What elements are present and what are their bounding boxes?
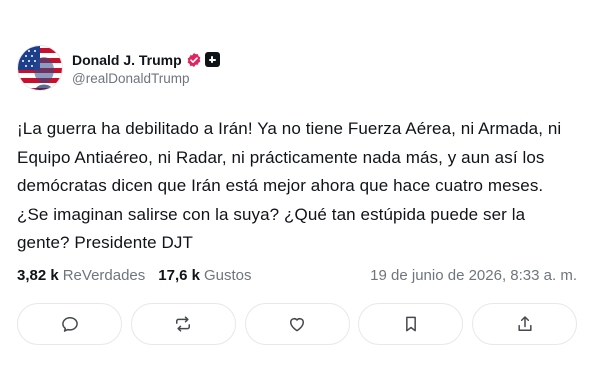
- previous-item-fragment: [40, 0, 170, 6]
- reposts-count[interactable]: 3,82 k: [17, 267, 59, 284]
- like-heart-icon: [290, 318, 304, 332]
- bookmark-icon: [405, 316, 416, 332]
- reply-button[interactable]: [17, 303, 122, 345]
- likes-count[interactable]: 17,6 k: [158, 267, 200, 284]
- plus-badge-icon: [204, 52, 220, 67]
- avatar-image: [18, 46, 62, 90]
- post-stats: 3,82 k ReVerdades 17,6 k Gustos 19 de ju…: [17, 264, 577, 286]
- repost-icon: [176, 316, 191, 332]
- share-icon: [517, 316, 532, 331]
- like-button[interactable]: [244, 303, 350, 345]
- avatar[interactable]: [17, 45, 63, 91]
- verified-badge-icon: [187, 52, 201, 67]
- post-body-text: ¡La guerra ha debilitado a Irán! Ya no t…: [17, 119, 562, 252]
- post-timestamp: 19 de junio de 2026, 8:33 a. m.: [370, 266, 577, 284]
- bookmark-button[interactable]: [358, 303, 464, 345]
- post-author: Donald J. Trump @realDonaldTrump: [17, 45, 220, 91]
- share-button[interactable]: [472, 303, 577, 345]
- post-view: Donald J. Trump @realDonaldTrump ¡La gue…: [0, 0, 591, 373]
- reposts-label[interactable]: ReVerdades: [63, 267, 146, 284]
- action-bar: [17, 303, 577, 345]
- author-display-name[interactable]: Donald J. Trump: [72, 52, 182, 68]
- author-handle[interactable]: @realDonaldTrump: [72, 71, 220, 86]
- repost-button[interactable]: [130, 303, 236, 345]
- likes-label[interactable]: Gustos: [204, 267, 252, 284]
- reply-icon: [61, 317, 78, 332]
